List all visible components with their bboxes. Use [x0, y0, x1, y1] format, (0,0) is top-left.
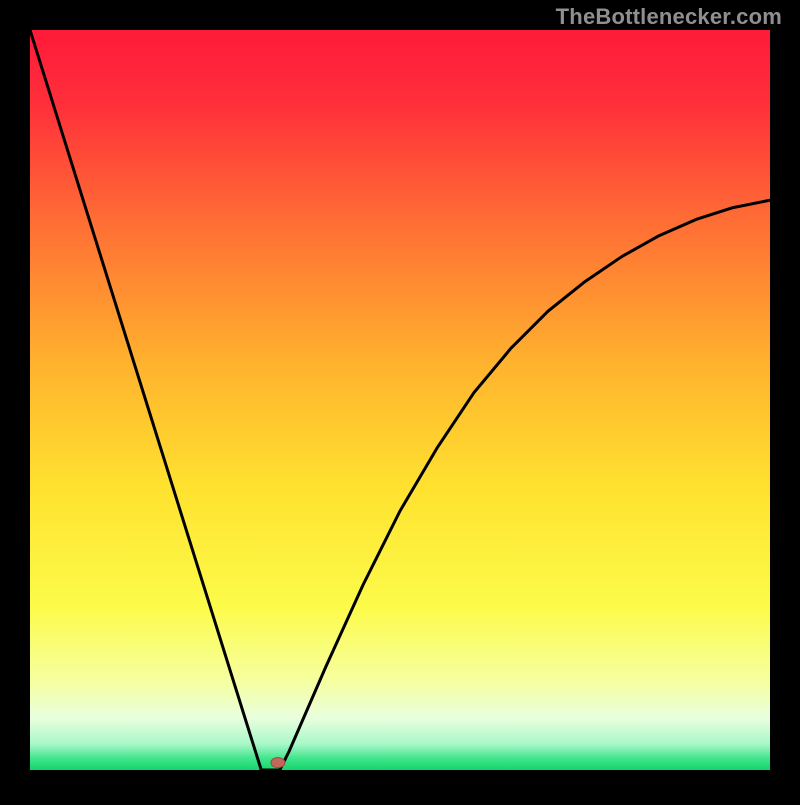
watermark-text: TheBottlenecker.com	[556, 4, 782, 30]
chart-frame: TheBottlenecker.com	[0, 0, 800, 800]
plot-background	[30, 30, 770, 770]
optimal-point-marker	[271, 758, 285, 768]
bottleneck-chart	[0, 0, 800, 800]
